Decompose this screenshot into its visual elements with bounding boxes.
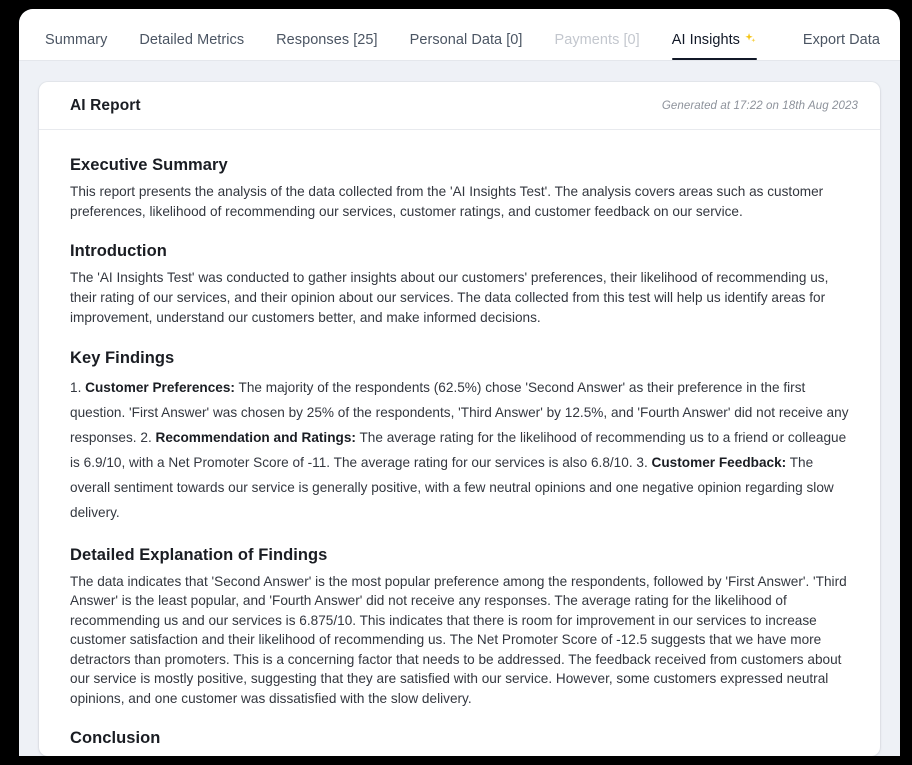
tab-responses[interactable]: Responses [25] (276, 32, 377, 60)
section-heading-conclusion: Conclusion (70, 729, 161, 748)
section-heading-executive-summary: Executive Summary (70, 156, 228, 174)
section-detailed-explanation: Detailed Explanation of Findings The dat… (70, 546, 849, 709)
report-content: Executive Summary This report presents t… (39, 130, 880, 748)
section-heading-introduction: Introduction (70, 242, 167, 261)
tab-payments[interactable]: Payments [0] (555, 32, 640, 60)
tab-export-data-label: Export Data (802, 32, 880, 48)
ai-report-card: AI Report Generated at 17:22 on 18th Aug… (39, 82, 880, 756)
report-card-header: AI Report Generated at 17:22 on 18th Aug… (39, 82, 880, 130)
tab-export-data[interactable]: Export Data (803, 32, 880, 60)
app-window: Summary Detailed Metrics Responses [25] … (19, 9, 900, 756)
tab-payments-label: Payments [0] (554, 32, 640, 48)
key-finding-1-label: Customer Preferences: (85, 379, 235, 395)
section-body-key-findings: 1. Customer Preferences: The majority of… (70, 375, 849, 525)
tab-personal-data-label: Personal Data [0] (409, 32, 523, 48)
section-body-detailed-explanation: The data indicates that 'Second Answer' … (70, 573, 847, 706)
sparkle-icon (744, 32, 757, 45)
section-body-executive-summary: This report presents the analysis of the… (70, 184, 824, 219)
page-body: AI Report Generated at 17:22 on 18th Aug… (19, 60, 900, 756)
tab-ai-insights-label: AI Insights (671, 32, 740, 48)
section-executive-summary: Executive Summary This report presents t… (70, 156, 849, 221)
section-body-introduction: The 'AI Insights Test' was conducted to … (70, 270, 829, 325)
tab-responses-label: Responses [25] (276, 32, 378, 48)
report-title: AI Report (70, 97, 141, 114)
section-heading-detailed-explanation: Detailed Explanation of Findings (70, 545, 328, 564)
key-finding-2-label: Recommendation and Ratings: (155, 429, 356, 445)
section-heading-key-findings: Key Findings (70, 348, 175, 367)
section-key-findings: Key Findings 1. Customer Preferences: Th… (70, 349, 849, 525)
key-finding-1-number: 1. (70, 379, 86, 395)
section-introduction: Introduction The 'AI Insights Test' was … (70, 242, 849, 327)
tab-detailed-metrics-label: Detailed Metrics (139, 32, 245, 48)
section-conclusion: Conclusion (70, 729, 849, 748)
tab-personal-data[interactable]: Personal Data [0] (410, 32, 523, 60)
tab-summary-label: Summary (45, 32, 108, 48)
key-finding-3-label: Customer Feedback: (651, 454, 787, 470)
tab-detailed-metrics[interactable]: Detailed Metrics (139, 32, 244, 60)
tab-summary[interactable]: Summary (45, 32, 107, 60)
tab-bar: Summary Detailed Metrics Responses [25] … (19, 9, 900, 60)
report-generated-timestamp: Generated at 17:22 on 18th Aug 2023 (661, 100, 858, 112)
tab-ai-insights[interactable]: AI Insights (671, 32, 758, 60)
